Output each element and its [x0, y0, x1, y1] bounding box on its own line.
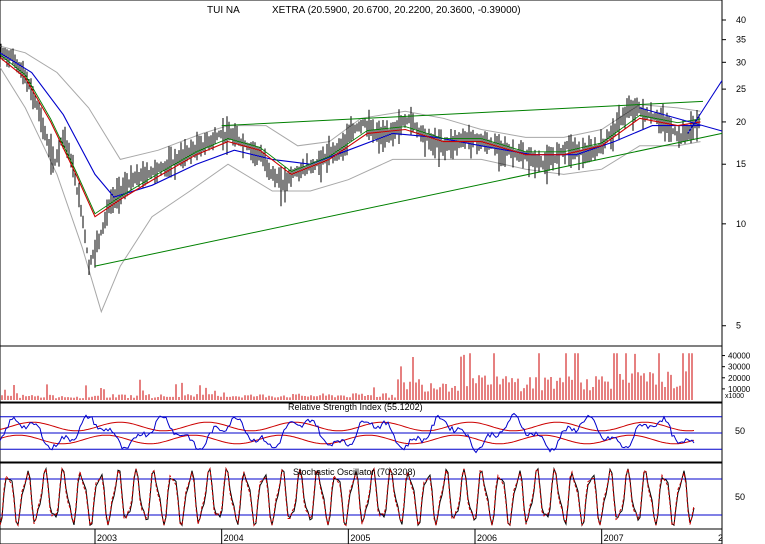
volume-multiplier-label: x1000	[725, 393, 744, 400]
price-tick-label: 25	[736, 84, 746, 94]
volume-tick-label: 20000	[728, 374, 751, 383]
rsi-upper-band	[0, 421, 695, 432]
stochastic-label: Stochastic Oscillator (70.3208)	[293, 467, 416, 477]
trendline	[639, 107, 723, 132]
rsi-label: Relative Strength Index (55.1202)	[288, 402, 423, 412]
rsi-lower-band	[0, 434, 695, 445]
price-tick-label: 10	[736, 219, 746, 229]
price-tick-label: 20	[736, 117, 746, 127]
x-tick-label: 2006	[477, 533, 497, 543]
x-tick-label: 2007	[604, 533, 624, 543]
x-tick-label: 2005	[350, 533, 370, 543]
volume-panel: 40000300002000010000 x1000	[0, 345, 751, 403]
x-tick-label: 2003	[97, 533, 117, 543]
price-panel: 40 35 30 25 20 15 10 5	[0, 0, 746, 347]
price-tick-label: 5	[736, 321, 741, 331]
x-edge-label: 2	[718, 533, 723, 543]
price-tick-label: 15	[736, 159, 746, 169]
chart-symbol: TUI NA	[207, 5, 240, 16]
price-tick-label: 30	[736, 57, 746, 67]
bollinger-lower-line	[0, 67, 701, 314]
stock-chart: TUI NA XETRA (20.5900, 20.6700, 20.2200,…	[0, 0, 751, 544]
stochastic-panel: Stochastic Oscillator (70.3208) 50	[0, 462, 745, 530]
moving-average-long-line	[0, 52, 701, 198]
trendline	[687, 80, 723, 134]
stochastic-k-line	[0, 466, 695, 528]
volume-tick-label: 40000	[728, 352, 751, 361]
rsi-tick-50: 50	[735, 426, 745, 436]
stochastic-tick-50: 50	[735, 492, 745, 502]
price-tick-label: 35	[736, 35, 746, 45]
volume-tick-label: 30000	[728, 363, 751, 372]
chart-quote: XETRA (20.5900, 20.6700, 20.2200, 20.360…	[272, 5, 521, 16]
time-axis: 2003 2004 2005 2006 2007 2	[0, 528, 723, 544]
x-tick-label: 2004	[224, 533, 244, 543]
rsi-panel: Relative Strength Index (55.1202) 50	[0, 402, 745, 463]
price-tick-label: 40	[736, 15, 746, 25]
